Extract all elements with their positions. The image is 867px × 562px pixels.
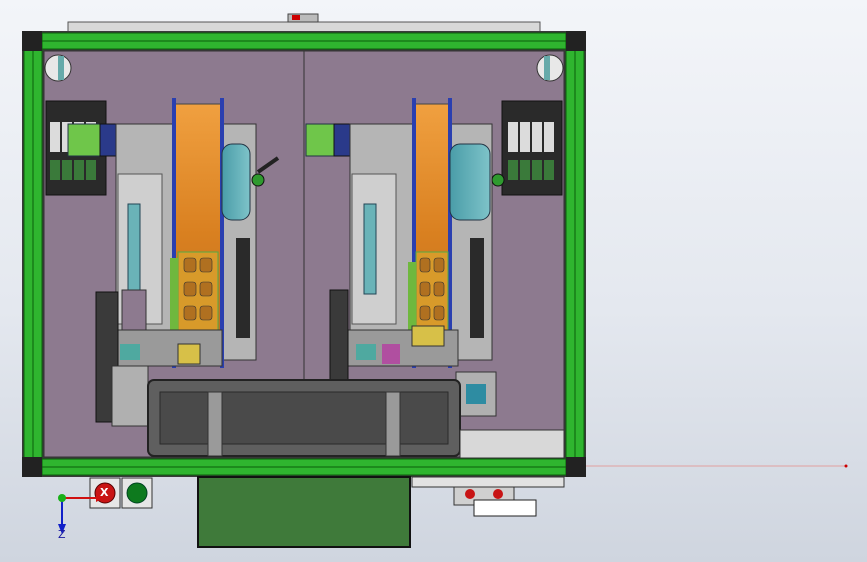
right-bottom-bracket (411, 476, 565, 488)
cad-viewport[interactable]: X Z (0, 0, 867, 562)
top-rail (67, 21, 541, 33)
left-wheel (221, 143, 251, 221)
right-cylinder (363, 203, 377, 295)
right-motor (305, 123, 339, 157)
left-motor (67, 123, 101, 157)
green-start-icon (126, 482, 148, 504)
machine-assembly-drawing[interactable] (0, 0, 867, 562)
stop-button-glyph[interactable]: X (100, 486, 108, 499)
left-cylinder (127, 203, 141, 295)
z-axis-label: Z (58, 528, 66, 541)
origin-point (58, 494, 66, 502)
right-wheel (449, 143, 491, 221)
lower-enclosure (197, 476, 411, 548)
